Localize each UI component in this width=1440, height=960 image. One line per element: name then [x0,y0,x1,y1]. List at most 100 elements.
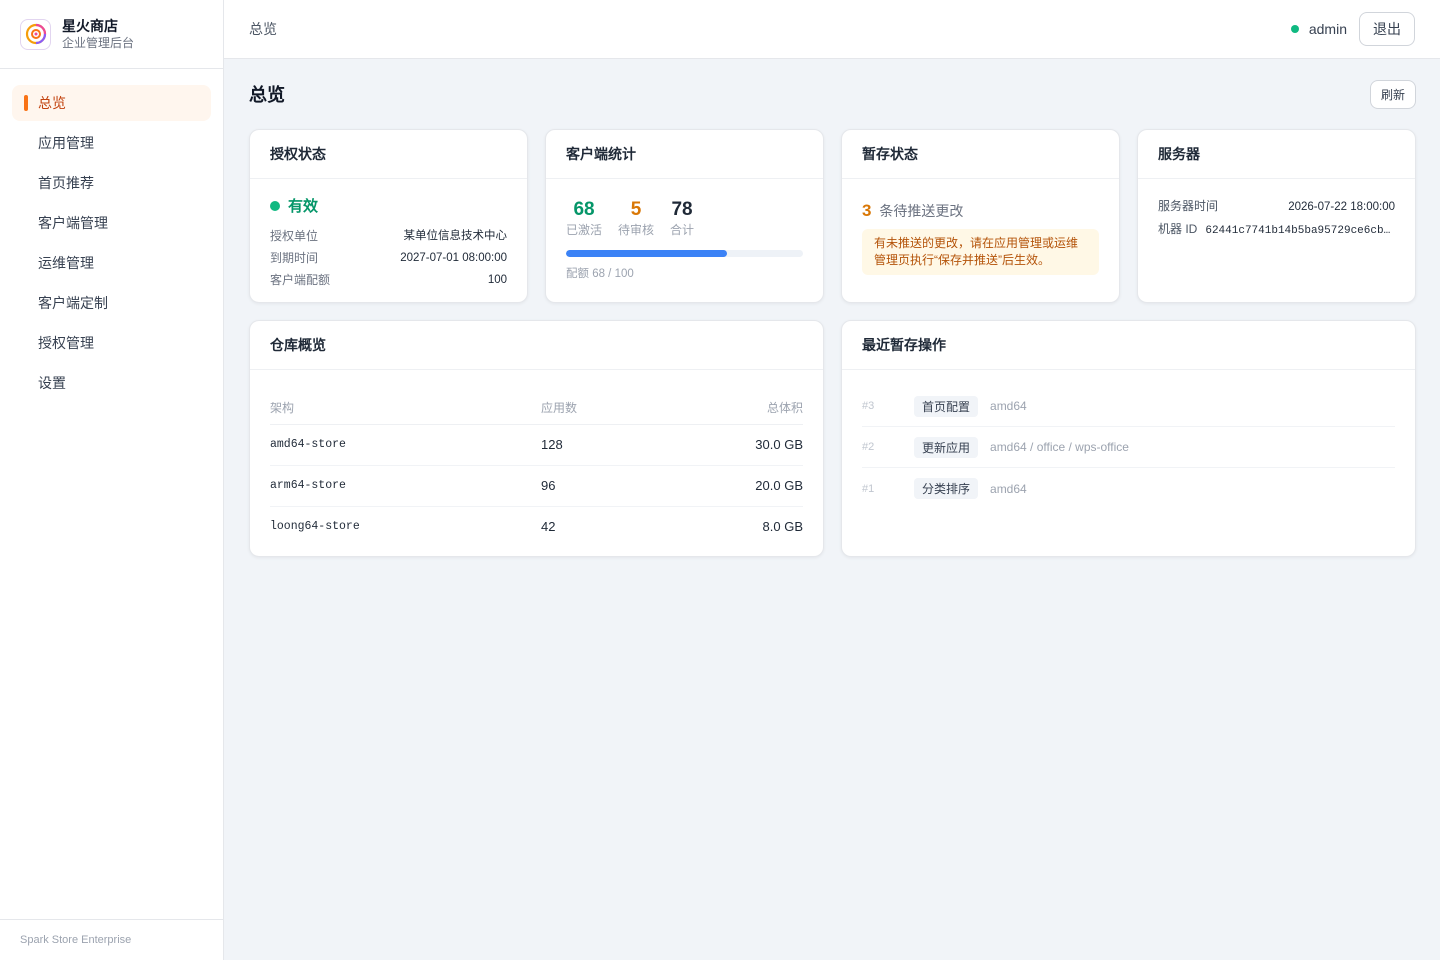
kv-value: 2026-07-22 18:00:00 [1288,201,1395,213]
server-card: 服务器 服务器时间 2026-07-22 18:00:00 机器 ID 6244… [1137,129,1416,303]
kv-key: 机器 ID [1158,222,1198,236]
page-title: 总览 [249,85,285,105]
op-id: #2 [862,441,875,453]
sidebar-item-settings[interactable]: 设置 [12,365,211,401]
repo-size: 8.0 GB [762,519,803,535]
kv-key: 到期时间 [270,251,319,265]
license-unit-row: 授权单位 某单位信息技术中心 [270,225,507,247]
list-item: #1 分类排序 amd64 [862,468,1395,509]
op-action-tag: 首页配置 [914,395,979,417]
sidebar-item-overview[interactable]: 总览 [12,85,211,121]
stat-label: 已激活 [566,223,603,237]
op-id: #3 [862,400,875,412]
column-header-apps: 应用数 [541,392,651,425]
online-status-icon [1290,25,1299,33]
repo-apps: 96 [541,465,651,507]
sidebar-nav: 总览 应用管理 首页推荐 客户端管理 运维管理 客户端定制 授权管理 设置 [0,69,223,401]
kv-key: 授权单位 [270,229,319,243]
card-title: 暂存状态 [842,130,1119,179]
repo-size: 20.0 GB [651,465,803,507]
column-header-size: 总体积 [651,392,803,425]
card-title: 最近暂存操作 [842,321,1415,370]
op-target: amd64 [990,399,1027,413]
ops-list: #3 首页配置 amd64 #2 更新应用 amd64 / office / w… [842,370,1415,525]
brand: 星火商店 企业管理后台 [0,0,223,69]
spark-logo-icon [20,18,51,50]
sidebar-footer: Spark Store Enterprise [0,919,223,960]
license-status: 有效 [270,195,507,216]
server-time-row: 服务器时间 2026-07-22 18:00:00 [1158,195,1395,218]
kv-key: 客户端配额 [270,273,331,287]
card-title: 仓库概览 [250,321,823,370]
table-row: arm64-store 96 20.0 GB [270,465,803,507]
user-area: admin 退出 [1290,12,1415,46]
sidebar-item-ops-management[interactable]: 运维管理 [12,245,211,281]
stat-pending: 5 待审核 [618,198,654,238]
op-target: amd64 [990,481,1027,496]
license-card: 授权状态 有效 授权单位 某单位信息技术中心 到期时间 2027-07-01 0… [249,129,528,303]
sidebar-item-home-recommend[interactable]: 首页推荐 [12,165,211,201]
brand-title: 星火商店 [62,18,118,34]
stat-number: 68 [573,199,595,220]
pending-text: 条待推送更改 [879,203,964,219]
machine-id-value: 62441c7741b14b5ba95729ce6cb56a... [1205,225,1395,237]
op-action-tag: 更新应用 [914,436,979,458]
staging-card: 暂存状态 3 条待推送更改 有未推送的更改，请在应用管理或运维管理页执行“保存并… [841,129,1120,303]
column-header-arch: 架构 [270,392,541,425]
sidebar: 星火商店 企业管理后台 总览 应用管理 首页推荐 客户端管理 运维管理 客户端定… [0,0,224,960]
table-header-row: 架构 应用数 总体积 [270,392,803,425]
client-stats-card: 客户端统计 68 已激活 5 待审核 78 合计 配额 68 / 100 [545,129,824,303]
stat-number: 78 [671,199,693,220]
recent-ops-card: 最近暂存操作 #3 首页配置 amd64 #2 更新应用 amd64 / off… [841,320,1416,557]
license-quota-row: 客户端配额 100 [270,269,507,291]
op-target: amd64 / office / wps-office [990,440,1129,454]
sidebar-item-client-custom[interactable]: 客户端定制 [12,285,211,321]
license-expiry-row: 到期时间 2027-07-01 08:00:00 [270,247,507,269]
stat-activated: 68 已激活 [566,198,602,238]
brand-subtitle: 企业管理后台 [62,36,135,50]
op-action-tag: 分类排序 [914,478,979,499]
logout-button[interactable]: 退出 [1359,12,1415,46]
list-item: #2 更新应用 amd64 / office / wps-office [862,427,1395,468]
table-row: amd64-store 128 30.0 GB [270,424,803,466]
pending-warning: 有未推送的更改，请在应用管理或运维管理页执行“保存并推送”后生效。 [862,229,1099,275]
list-item: #3 首页配置 amd64 [862,386,1395,427]
kv-key: 服务器时间 [1158,199,1219,213]
repo-arch: amd64-store [270,424,541,466]
quota-progress-bar [566,250,803,257]
quota-progress-fill [566,250,728,257]
kv-value: 2027-07-01 08:00:00 [400,252,507,264]
main-content: 总览 刷新 授权状态 有效 授权单位 某单位信息技术中心 到期时间 2027-0… [249,59,1416,557]
topbar: 总览 admin 退出 [224,0,1440,59]
sidebar-item-client-management[interactable]: 客户端管理 [12,205,211,241]
card-title: 客户端统计 [546,130,823,179]
user-name: admin [1308,21,1347,37]
stat-total: 78 合计 [670,198,694,238]
repo-apps: 42 [541,519,556,535]
repo-table: 架构 应用数 总体积 amd64-store 128 30.0 GB arm64… [270,392,803,547]
pending-changes: 3 条待推送更改 [862,201,1099,221]
machine-id-row: 机器 ID 62441c7741b14b5ba95729ce6cb56a... [1158,218,1395,242]
repo-arch: arm64-store [270,465,541,507]
repo-arch: loong64-store [270,520,360,534]
license-status-text: 有效 [288,198,319,215]
refresh-button[interactable]: 刷新 [1369,79,1416,109]
card-title: 服务器 [1138,130,1415,179]
breadcrumb: 总览 [249,21,277,37]
summary-cards: 授权状态 有效 授权单位 某单位信息技术中心 到期时间 2027-07-01 0… [249,129,1416,303]
stat-number: 5 [630,199,642,220]
pending-count: 3 [862,201,872,220]
sidebar-item-license-management[interactable]: 授权管理 [12,325,211,361]
card-title: 授权状态 [250,130,527,179]
repo-overview-card: 仓库概览 架构 应用数 总体积 amd64-store 128 30.0 GB … [249,320,824,557]
client-stats: 68 已激活 5 待审核 78 合计 [566,198,803,238]
stat-label: 合计 [670,223,695,237]
sidebar-item-app-management[interactable]: 应用管理 [12,125,211,161]
status-dot-icon [270,200,280,211]
detail-cards: 仓库概览 架构 应用数 总体积 amd64-store 128 30.0 GB … [249,320,1416,557]
repo-size: 30.0 GB [651,424,803,466]
repo-apps: 128 [541,424,651,466]
table-row: loong64-store 42 8.0 GB [270,506,803,547]
op-id: #1 [862,482,875,495]
page-header: 总览 刷新 [249,59,1416,129]
